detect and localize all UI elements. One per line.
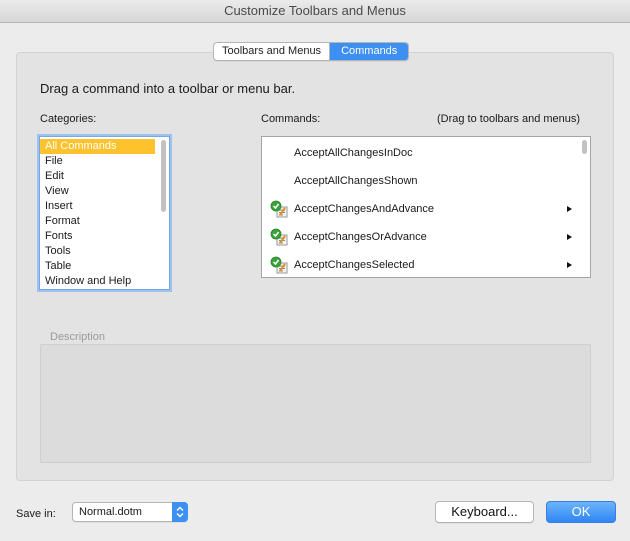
window-title: Customize Toolbars and Menus [0,0,630,23]
categories-scrollbar[interactable] [161,140,166,212]
command-label: AcceptChangesAndAdvance [294,203,435,215]
commands-label: Commands: [261,113,321,125]
save-in-popup[interactable]: Normal.dotm [72,502,188,522]
command-label: AcceptChangesSelected [294,259,415,271]
tab-bar: Toolbars and Menus Commands [213,42,410,61]
submenu-arrow-icon [567,262,572,268]
command-item[interactable]: AcceptChangesSelected [262,254,578,276]
ok-button[interactable]: OK [546,501,616,523]
command-item[interactable]: AcceptAllChangesInDoc [262,142,578,164]
commands-scrollbar[interactable] [582,140,587,154]
category-item-format[interactable]: Format [40,214,155,229]
category-item-tools[interactable]: Tools [40,244,155,259]
category-item-edit[interactable]: Edit [40,169,155,184]
save-in-label: Save in: [16,508,56,520]
category-item-table[interactable]: Table [40,259,155,274]
category-item-view[interactable]: View [40,184,155,199]
category-item-insert[interactable]: Insert [40,199,155,214]
popup-stepper-icon [172,502,188,522]
category-item-fonts[interactable]: Fonts [40,229,155,244]
submenu-arrow-icon [567,206,572,212]
keyboard-button[interactable]: Keyboard... [435,501,534,523]
description-box [40,344,591,463]
command-item[interactable]: AcceptChangesAndAdvance [262,198,578,220]
commands-hint: (Drag to toolbars and menus) [437,113,581,125]
accept-change-icon [270,200,288,218]
command-label: AcceptAllChangesInDoc [294,147,413,159]
command-item[interactable]: AcceptAllChangesShown [262,170,578,192]
categories-label: Categories: [40,113,97,125]
commands-list[interactable]: AcceptAllChangesInDoc AcceptAllChangesSh… [261,136,591,278]
accept-change-icon [270,228,288,246]
tab-commands[interactable]: Commands [330,43,409,60]
categories-list[interactable]: All Commands File Edit View Insert Forma… [39,136,170,290]
category-item-all-commands[interactable]: All Commands [40,139,155,154]
save-in-value: Normal.dotm [79,506,142,518]
command-item[interactable]: AcceptChangesOrAdvance [262,226,578,248]
accept-change-icon [270,256,288,274]
command-label: AcceptChangesOrAdvance [294,231,427,243]
instruction-text: Drag a command into a toolbar or menu ba… [40,81,296,96]
command-label: AcceptAllChangesShown [294,175,418,187]
category-item-window-and-help[interactable]: Window and Help [40,274,155,289]
description-label: Description [50,331,106,343]
tab-toolbars-and-menus[interactable]: Toolbars and Menus [214,43,331,60]
submenu-arrow-icon [567,234,572,240]
category-item-file[interactable]: File [40,154,155,169]
